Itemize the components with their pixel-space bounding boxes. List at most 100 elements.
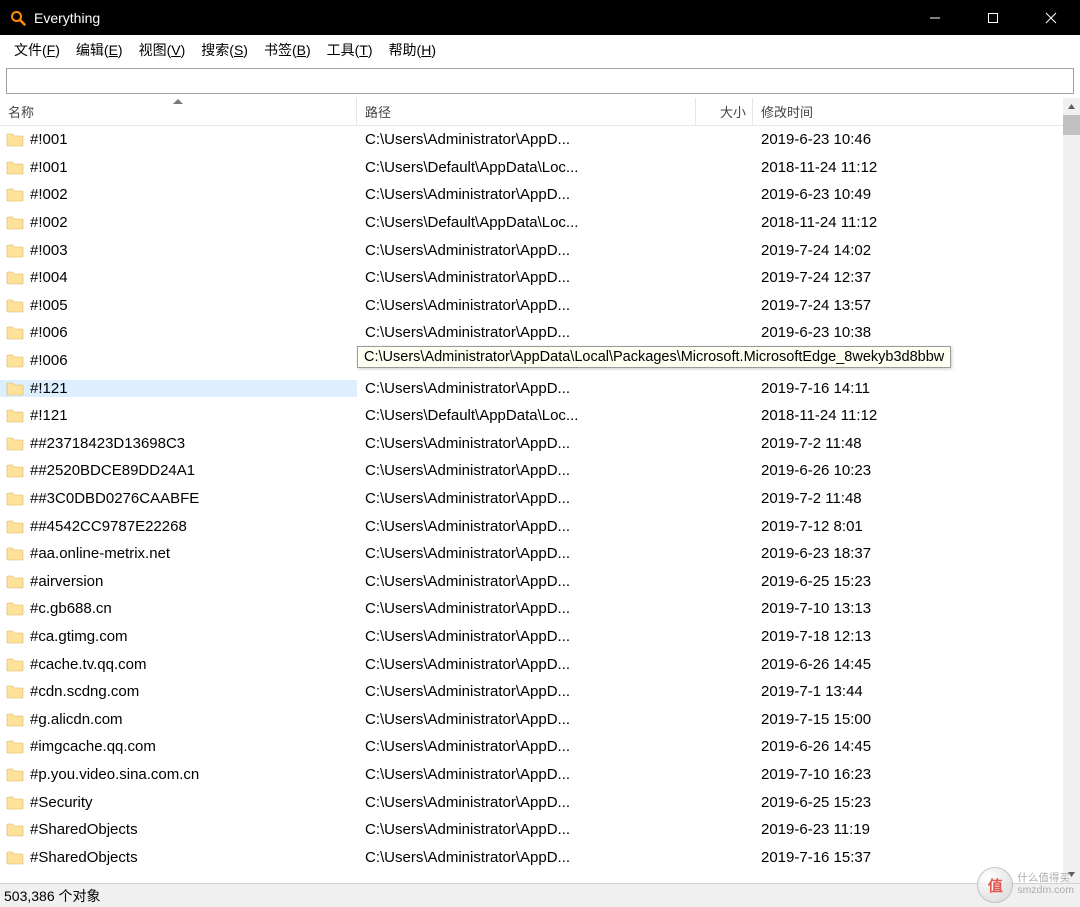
table-row[interactable]: #!004C:\Users\Administrator\AppD...2019-…: [0, 264, 1063, 292]
cell-name[interactable]: #aa.online-metrix.net: [0, 545, 357, 562]
scroll-down-button[interactable]: [1063, 866, 1080, 883]
cell-name[interactable]: ##3C0DBD0276CAABFE: [0, 490, 357, 507]
table-row[interactable]: #ca.gtimg.comC:\Users\Administrator\AppD…: [0, 623, 1063, 651]
cell-path[interactable]: C:\Users\Administrator\AppD...: [357, 738, 696, 755]
cell-path[interactable]: C:\Users\Administrator\AppD...: [357, 821, 696, 838]
menu-item-e[interactable]: 编辑(E): [68, 36, 131, 64]
cell-path[interactable]: C:\Users\Administrator\AppD...: [357, 711, 696, 728]
minimize-button[interactable]: [906, 0, 964, 35]
search-input[interactable]: [6, 68, 1074, 94]
cell-name[interactable]: ##2520BDCE89DD24A1: [0, 462, 357, 479]
menu-item-h[interactable]: 帮助(H): [381, 36, 444, 64]
table-row[interactable]: #SharedObjectsC:\Users\Administrator\App…: [0, 843, 1063, 871]
window-titlebar[interactable]: Everything: [0, 0, 1080, 35]
cell-path[interactable]: C:\Users\Administrator\AppD...: [357, 242, 696, 259]
cell-name[interactable]: #cache.tv.qq.com: [0, 656, 357, 673]
cell-path[interactable]: C:\Users\Administrator\AppD...: [357, 269, 696, 286]
cell-name[interactable]: #!121: [0, 380, 357, 397]
table-row[interactable]: #!006C:\Users\Administrator\AppD...2019-…: [0, 319, 1063, 347]
cell-name[interactable]: #SharedObjects: [0, 821, 357, 838]
table-row[interactable]: #SecurityC:\Users\Administrator\AppD...2…: [0, 788, 1063, 816]
table-row[interactable]: #airversionC:\Users\Administrator\AppD..…: [0, 568, 1063, 596]
table-row[interactable]: #!003C:\Users\Administrator\AppD...2019-…: [0, 236, 1063, 264]
cell-path[interactable]: C:\Users\Administrator\AppD...: [357, 490, 696, 507]
cell-path[interactable]: C:\Users\Administrator\AppD...: [357, 628, 696, 645]
table-row[interactable]: ##4542CC9787E22268C:\Users\Administrator…: [0, 512, 1063, 540]
table-row[interactable]: #cdn.scdng.comC:\Users\Administrator\App…: [0, 678, 1063, 706]
cell-path[interactable]: C:\Users\Administrator\AppD...: [357, 573, 696, 590]
table-row[interactable]: #cache.tv.qq.comC:\Users\Administrator\A…: [0, 650, 1063, 678]
table-row[interactable]: #c.gb688.cnC:\Users\Administrator\AppD..…: [0, 595, 1063, 623]
scroll-up-button[interactable]: [1063, 98, 1080, 115]
table-row[interactable]: #!002C:\Users\Administrator\AppD...2019-…: [0, 181, 1063, 209]
cell-path[interactable]: C:\Users\Default\AppData\Loc...: [357, 159, 696, 176]
cell-path[interactable]: C:\Users\Administrator\AppD...: [357, 683, 696, 700]
table-row[interactable]: #!002C:\Users\Default\AppData\Loc...2018…: [0, 209, 1063, 237]
maximize-button[interactable]: [964, 0, 1022, 35]
column-header-size[interactable]: 大小: [696, 98, 753, 125]
menu-item-b[interactable]: 书签(B): [256, 36, 319, 64]
cell-path[interactable]: C:\Users\Administrator\AppD...: [357, 297, 696, 314]
cell-path[interactable]: C:\Users\Administrator\AppD...: [357, 186, 696, 203]
table-row[interactable]: ##23718423D13698C3C:\Users\Administrator…: [0, 430, 1063, 458]
cell-path[interactable]: C:\Users\Administrator\AppD...: [357, 656, 696, 673]
menu-item-t[interactable]: 工具(T): [319, 36, 381, 64]
cell-path[interactable]: C:\Users\Administrator\AppD...: [357, 794, 696, 811]
cell-path[interactable]: C:\Users\Administrator\AppD...: [357, 518, 696, 535]
cell-name[interactable]: #c.gb688.cn: [0, 600, 357, 617]
table-row[interactable]: #!001C:\Users\Default\AppData\Loc...2018…: [0, 154, 1063, 182]
column-header-modified[interactable]: 修改时间: [753, 98, 1080, 125]
table-row[interactable]: #!121C:\Users\Default\AppData\Loc...2018…: [0, 402, 1063, 430]
table-row[interactable]: #!121C:\Users\Administrator\AppD...2019-…: [0, 374, 1063, 402]
cell-name[interactable]: #Security: [0, 794, 357, 811]
table-row[interactable]: #imgcache.qq.comC:\Users\Administrator\A…: [0, 733, 1063, 761]
cell-name[interactable]: #!004: [0, 269, 357, 286]
column-header-name[interactable]: 名称: [0, 98, 357, 125]
cell-name[interactable]: #!002: [0, 186, 357, 203]
column-header-path[interactable]: 路径: [357, 98, 696, 125]
vertical-scrollbar[interactable]: [1063, 98, 1080, 883]
cell-name[interactable]: #!121: [0, 407, 357, 424]
table-row[interactable]: #aa.online-metrix.netC:\Users\Administra…: [0, 540, 1063, 568]
cell-path[interactable]: C:\Users\Administrator\AppD...: [357, 766, 696, 783]
menu-item-s[interactable]: 搜索(S): [193, 36, 256, 64]
cell-name[interactable]: #g.alicdn.com: [0, 711, 357, 728]
table-row[interactable]: #p.you.video.sina.com.cnC:\Users\Adminis…: [0, 761, 1063, 789]
cell-name[interactable]: #!002: [0, 214, 357, 231]
cell-name[interactable]: #!001: [0, 131, 357, 148]
cell-path[interactable]: C:\Users\Default\AppData\Loc...: [357, 214, 696, 231]
cell-name[interactable]: #!003: [0, 242, 357, 259]
cell-path[interactable]: C:\Users\Administrator\AppD...: [357, 545, 696, 562]
menu-item-v[interactable]: 视图(V): [131, 36, 194, 64]
cell-name[interactable]: #SharedObjects: [0, 849, 357, 866]
table-row[interactable]: #g.alicdn.comC:\Users\Administrator\AppD…: [0, 705, 1063, 733]
cell-name[interactable]: ##4542CC9787E22268: [0, 518, 357, 535]
cell-name[interactable]: ##23718423D13698C3: [0, 435, 357, 452]
cell-name[interactable]: #!001: [0, 159, 357, 176]
cell-name[interactable]: #ca.gtimg.com: [0, 628, 357, 645]
cell-name[interactable]: #!006: [0, 324, 357, 341]
cell-path[interactable]: C:\Users\Administrator\AppD...: [357, 324, 696, 341]
close-button[interactable]: [1022, 0, 1080, 35]
table-row[interactable]: ##2520BDCE89DD24A1C:\Users\Administrator…: [0, 457, 1063, 485]
menu-item-f[interactable]: 文件(F): [6, 36, 68, 64]
cell-path[interactable]: C:\Users\Administrator\AppD...: [357, 435, 696, 452]
scroll-thumb[interactable]: [1063, 115, 1080, 135]
cell-name[interactable]: #imgcache.qq.com: [0, 738, 357, 755]
table-row[interactable]: #!005C:\Users\Administrator\AppD...2019-…: [0, 292, 1063, 320]
cell-path[interactable]: C:\Users\Administrator\AppD...: [357, 380, 696, 397]
cell-path[interactable]: C:\Users\Administrator\AppD...: [357, 600, 696, 617]
cell-path[interactable]: C:\Users\Administrator\AppD...: [357, 462, 696, 479]
results-list[interactable]: #!001C:\Users\Administrator\AppD...2019-…: [0, 126, 1063, 883]
cell-name[interactable]: #!006: [0, 352, 357, 369]
cell-name[interactable]: #cdn.scdng.com: [0, 683, 357, 700]
cell-name[interactable]: #!005: [0, 297, 357, 314]
cell-path[interactable]: C:\Users\Administrator\AppD...: [357, 849, 696, 866]
table-row[interactable]: ##3C0DBD0276CAABFEC:\Users\Administrator…: [0, 485, 1063, 513]
cell-name[interactable]: #p.you.video.sina.com.cn: [0, 766, 357, 783]
cell-path[interactable]: C:\Users\Administrator\AppD...: [357, 131, 696, 148]
table-row[interactable]: #SharedObjectsC:\Users\Administrator\App…: [0, 816, 1063, 844]
cell-name[interactable]: #airversion: [0, 573, 357, 590]
table-row[interactable]: #!001C:\Users\Administrator\AppD...2019-…: [0, 126, 1063, 154]
cell-path[interactable]: C:\Users\Default\AppData\Loc...: [357, 407, 696, 424]
